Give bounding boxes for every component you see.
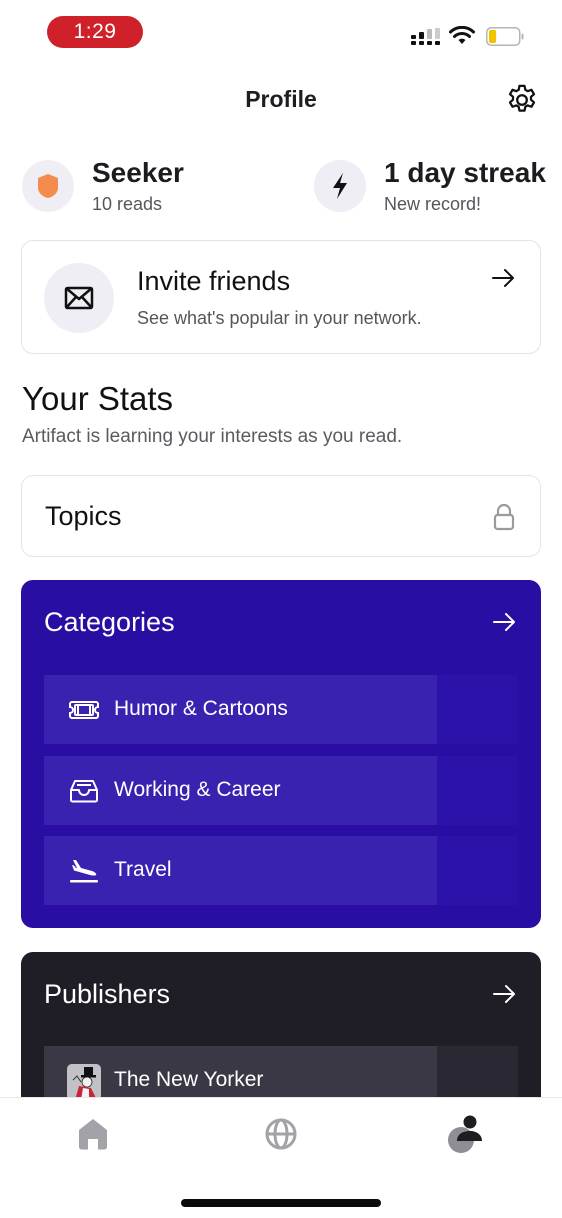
home-icon <box>79 1119 107 1150</box>
nav-discover[interactable] <box>261 1114 301 1154</box>
topics-card[interactable]: Topics <box>21 475 541 557</box>
stats-heading: Your Stats <box>22 380 174 417</box>
status-bar: 1:29 <box>0 0 562 60</box>
topics-label: Topics <box>45 501 122 531</box>
badge-icon-circle <box>22 160 74 212</box>
shield-icon <box>38 174 58 198</box>
streak-badge: 1 day streak New record! <box>314 157 546 216</box>
category-label: Working & Career <box>114 778 281 801</box>
row-fill <box>44 836 438 905</box>
badge-subtitle: New record! <box>384 194 482 214</box>
status-time: 1:29 <box>47 16 143 48</box>
nav-profile[interactable] <box>446 1114 486 1154</box>
invite-icon-circle <box>44 263 114 333</box>
home-indicator <box>181 1199 381 1207</box>
profile-icon <box>448 1115 482 1153</box>
page-title: Profile <box>245 86 317 112</box>
globe-icon <box>265 1118 297 1150</box>
arrow-right-icon[interactable] <box>491 981 517 1007</box>
categories-panel: Categories Humor & Cartoons Working & Ca… <box>21 580 541 928</box>
category-row[interactable]: Travel <box>44 836 518 905</box>
seeker-badge: Seeker 10 reads <box>22 157 184 216</box>
category-label: Travel <box>114 858 172 881</box>
category-label: Humor & Cartoons <box>114 697 288 720</box>
gear-icon[interactable] <box>504 82 540 118</box>
battery-low-icon <box>486 27 524 46</box>
invite-subtitle: See what's popular in your network. <box>137 308 422 328</box>
ticket-icon <box>69 701 99 719</box>
publisher-logo <box>67 1064 101 1100</box>
invite-title: Invite friends <box>137 266 291 296</box>
publishers-title: Publishers <box>44 979 171 1009</box>
arrow-right-icon <box>492 269 514 287</box>
category-row[interactable]: Working & Career <box>44 756 518 825</box>
badge-icon-circle <box>314 160 366 212</box>
wifi-icon <box>449 26 475 44</box>
inbox-tray-icon <box>70 780 98 803</box>
publisher-label: The New Yorker <box>114 1068 264 1091</box>
cellular-signal-icon <box>411 28 440 45</box>
lock-icon <box>493 503 515 531</box>
badge-title: 1 day streak <box>384 157 546 188</box>
invite-friends-card[interactable]: Invite friends See what's popular in you… <box>21 240 541 354</box>
lightning-bolt-icon <box>333 173 347 199</box>
stats-subtitle: Artifact is learning your interests as y… <box>22 426 403 447</box>
nav-home[interactable] <box>73 1114 113 1154</box>
airplane-landing-icon <box>70 860 98 883</box>
category-row[interactable]: Humor & Cartoons <box>44 675 518 744</box>
badge-title: Seeker <box>92 157 184 188</box>
envelope-icon <box>64 286 94 310</box>
categories-title: Categories <box>44 607 175 637</box>
arrow-right-icon[interactable] <box>491 609 517 635</box>
badge-subtitle: 10 reads <box>92 194 163 214</box>
